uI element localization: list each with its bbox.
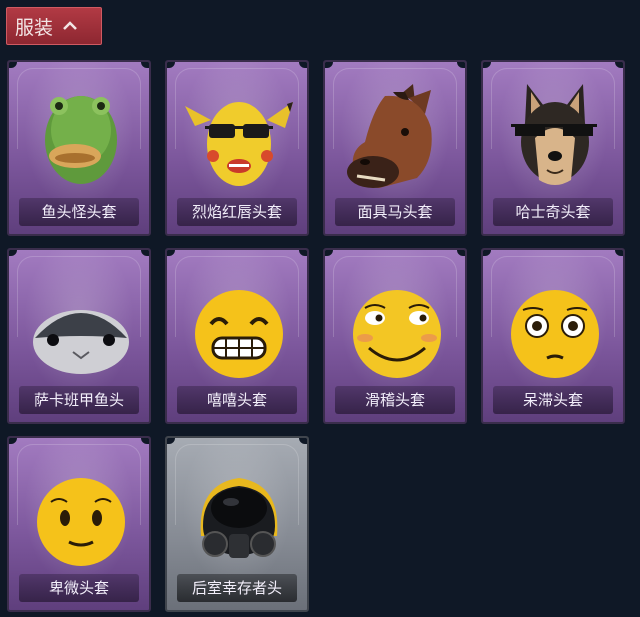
humble-emoji-mask-icon [37,478,125,566]
item-grid: 鱼头怪头套 烈焰红唇头套 面具马头套 哈士奇头套 萨卡班甲鱼头 嘻嘻头套 滑稽头… [0,0,640,617]
item-card[interactable]: 哈士奇头套 [481,60,625,236]
dazed-emoji-mask-icon [511,290,599,378]
item-card[interactable]: 呆滞头套 [481,248,625,424]
item-name: 哈士奇头套 [493,198,613,226]
item-card[interactable]: 滑稽头套 [323,248,467,424]
item-card[interactable]: 烈焰红唇头套 [165,60,309,236]
husky-mask-icon [511,84,597,185]
gas-mask-helmet-icon [200,478,278,558]
item-name: 呆滞头套 [493,386,613,414]
item-name: 烈焰红唇头套 [177,198,297,226]
item-name: 萨卡班甲鱼头 [19,386,139,414]
yellow-mouse-mask-icon [185,102,293,186]
horse-mask-icon [347,84,432,188]
item-name: 面具马头套 [335,198,455,226]
item-card[interactable]: 卑微头套 [7,436,151,612]
item-card[interactable]: 后室幸存者头 [165,436,309,612]
item-card[interactable]: 鱼头怪头套 [7,60,151,236]
item-name: 嘻嘻头套 [177,386,297,414]
item-card[interactable]: 面具马头套 [323,60,467,236]
item-card[interactable]: 萨卡班甲鱼头 [7,248,151,424]
item-name: 鱼头怪头套 [19,198,139,226]
item-name: 后室幸存者头 [177,574,297,602]
funny-emoji-mask-icon [353,290,441,378]
item-card[interactable]: 嘻嘻头套 [165,248,309,424]
sacabambaspis-mask-icon [33,310,129,374]
item-name: 卑微头套 [19,574,139,602]
fish-monster-mask-icon [45,96,117,184]
grin-emoji-mask-icon [195,290,283,378]
item-name: 滑稽头套 [335,386,455,414]
